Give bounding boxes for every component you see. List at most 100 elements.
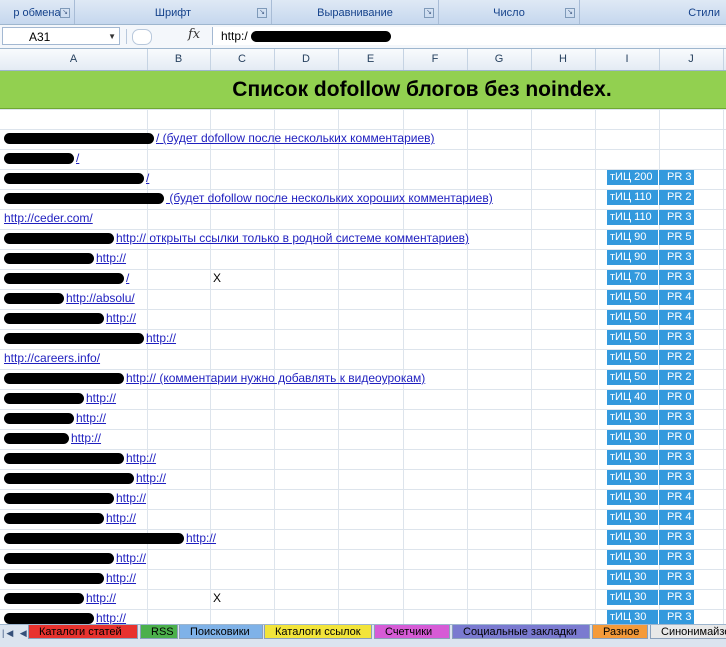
column-header-g[interactable]: G: [467, 49, 532, 70]
sheet-tab[interactable]: Счетчики: [374, 625, 450, 639]
pagerank-cell[interactable]: PR 2: [659, 370, 694, 385]
pagerank-cell[interactable]: PR 3: [659, 610, 694, 624]
pagerank-cell[interactable]: PR 3: [659, 250, 694, 265]
formula-bar-resize-handle[interactable]: [132, 29, 152, 45]
insert-function-icon[interactable]: fx: [188, 27, 200, 42]
sheet-tab[interactable]: RSS: [140, 625, 178, 639]
blog-link[interactable]: http:// (комментарии нужно добавлять к в…: [4, 371, 425, 385]
blog-link[interactable]: http://: [4, 471, 166, 485]
pagerank-cell[interactable]: PR 4: [659, 510, 694, 525]
dialog-launcher-icon[interactable]: ↘: [565, 8, 575, 18]
column-header-f[interactable]: F: [403, 49, 468, 70]
alignment-group[interactable]: Выравнивание ↘: [272, 0, 439, 24]
pagerank-cell[interactable]: PR 3: [659, 270, 694, 285]
blog-link[interactable]: http://: [4, 431, 101, 445]
tic-cell[interactable]: тИЦ 50: [607, 290, 658, 305]
blog-link[interactable]: http://: [4, 591, 116, 605]
tic-cell[interactable]: тИЦ 30: [607, 450, 658, 465]
column-header-h[interactable]: H: [531, 49, 596, 70]
pagerank-cell[interactable]: PR 3: [659, 550, 694, 565]
sheet-tab[interactable]: Каталоги статей: [28, 625, 138, 639]
blog-link[interactable]: /: [4, 171, 149, 185]
tic-cell[interactable]: тИЦ 90: [607, 230, 658, 245]
number-group[interactable]: Число ↘: [439, 0, 580, 24]
pagerank-cell[interactable]: PR 3: [659, 170, 694, 185]
blog-link[interactable]: http:// открыты ссылки только в родной с…: [4, 231, 469, 245]
pagerank-cell[interactable]: PR 3: [659, 330, 694, 345]
tic-cell[interactable]: тИЦ 90: [607, 250, 658, 265]
sheet-tab[interactable]: Разное: [592, 625, 648, 639]
pagerank-cell[interactable]: PR 3: [659, 410, 694, 425]
chevron-down-icon[interactable]: ▼: [108, 28, 116, 46]
sheet-tab[interactable]: Социальные закладки: [452, 625, 590, 639]
tic-cell[interactable]: тИЦ 40: [607, 390, 658, 405]
column-header-d[interactable]: D: [274, 49, 339, 70]
tic-cell[interactable]: тИЦ 110: [607, 210, 658, 225]
sheet-tab[interactable]: Синонимайзер: [650, 625, 726, 639]
tic-cell[interactable]: тИЦ 30: [607, 610, 658, 624]
blog-link[interactable]: http://: [4, 611, 126, 624]
pagerank-cell[interactable]: PR 3: [659, 570, 694, 585]
pagerank-cell[interactable]: PR 0: [659, 390, 694, 405]
tic-cell[interactable]: тИЦ 30: [607, 590, 658, 605]
tic-cell[interactable]: тИЦ 30: [607, 510, 658, 525]
blog-link[interactable]: http://ceder.com/: [4, 211, 93, 225]
tic-cell[interactable]: тИЦ 70: [607, 270, 658, 285]
blog-link[interactable]: http://: [4, 531, 216, 545]
pagerank-cell[interactable]: PR 3: [659, 210, 694, 225]
blog-link[interactable]: http://: [4, 491, 146, 505]
pagerank-cell[interactable]: PR 2: [659, 350, 694, 365]
sheet-tab[interactable]: Поисковики: [179, 625, 263, 639]
tic-cell[interactable]: тИЦ 30: [607, 430, 658, 445]
tic-cell[interactable]: тИЦ 50: [607, 370, 658, 385]
blog-link[interactable]: http://: [4, 311, 136, 325]
sheet-tab[interactable]: Каталоги ссылок: [264, 625, 372, 639]
blog-link[interactable]: /: [4, 151, 79, 165]
pagerank-cell[interactable]: PR 3: [659, 450, 694, 465]
blog-link[interactable]: http://absolu/: [4, 291, 135, 305]
tic-cell[interactable]: тИЦ 50: [607, 330, 658, 345]
column-header-j[interactable]: J: [659, 49, 724, 70]
blog-link[interactable]: /: [4, 271, 129, 285]
formula-input[interactable]: http:/: [212, 27, 726, 45]
blog-link[interactable]: http://: [4, 451, 156, 465]
worksheet-grid[interactable]: Список dofollow блогов без noindex. / (б…: [0, 71, 726, 624]
blog-link[interactable]: http://: [4, 551, 146, 565]
pagerank-cell[interactable]: PR 3: [659, 590, 694, 605]
blog-link[interactable]: / (будет dofollow после нескольких комме…: [4, 131, 435, 145]
tic-cell[interactable]: тИЦ 200: [607, 170, 658, 185]
blog-link[interactable]: http://: [4, 511, 136, 525]
column-header-i[interactable]: I: [595, 49, 660, 70]
pagerank-cell[interactable]: PR 4: [659, 290, 694, 305]
blog-link[interactable]: http://careers.info/: [4, 351, 100, 365]
column-header-b[interactable]: B: [147, 49, 211, 70]
tic-cell[interactable]: тИЦ 110: [607, 190, 658, 205]
pagerank-cell[interactable]: PR 3: [659, 470, 694, 485]
pagerank-cell[interactable]: PR 2: [659, 190, 694, 205]
tic-cell[interactable]: тИЦ 30: [607, 550, 658, 565]
column-header-e[interactable]: E: [338, 49, 404, 70]
name-box[interactable]: A31 ▼: [2, 27, 120, 45]
blog-link[interactable]: http://: [4, 571, 136, 585]
dialog-launcher-icon[interactable]: ↘: [424, 8, 434, 18]
dialog-launcher-icon[interactable]: ↘: [60, 8, 70, 18]
tic-cell[interactable]: тИЦ 30: [607, 530, 658, 545]
pagerank-cell[interactable]: PR 4: [659, 310, 694, 325]
blog-link[interactable]: http://: [4, 251, 126, 265]
blog-link[interactable]: http://: [4, 391, 116, 405]
title-banner[interactable]: Список dofollow блогов без noindex.: [0, 71, 726, 109]
tic-cell[interactable]: тИЦ 50: [607, 350, 658, 365]
font-group[interactable]: Шрифт ↘: [75, 0, 272, 24]
column-header-a[interactable]: A: [0, 49, 148, 70]
tic-cell[interactable]: тИЦ 30: [607, 410, 658, 425]
styles-group[interactable]: Стили: [580, 0, 726, 24]
tic-cell[interactable]: тИЦ 30: [607, 490, 658, 505]
pagerank-cell[interactable]: PR 3: [659, 530, 694, 545]
blog-link[interactable]: (будет dofollow после нескольких хороших…: [4, 191, 493, 205]
dialog-launcher-icon[interactable]: ↘: [257, 8, 267, 18]
pagerank-cell[interactable]: PR 4: [659, 490, 694, 505]
pagerank-cell[interactable]: PR 0: [659, 430, 694, 445]
column-header-c[interactable]: C: [210, 49, 275, 70]
tic-cell[interactable]: тИЦ 50: [607, 310, 658, 325]
pagerank-cell[interactable]: PR 5: [659, 230, 694, 245]
